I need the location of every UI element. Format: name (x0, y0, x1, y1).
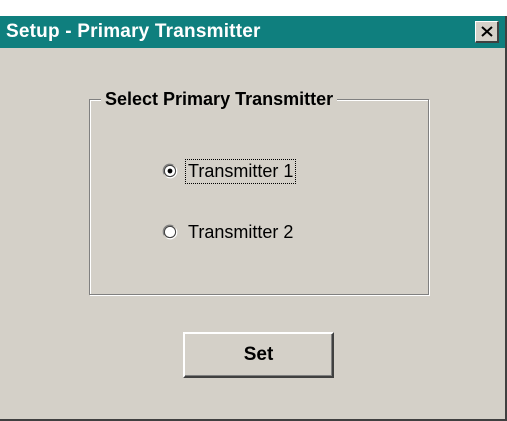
window-title: Setup - Primary Transmitter (6, 21, 261, 42)
radio-option-transmitter-1[interactable]: Transmitter 1 (162, 158, 297, 184)
close-icon (480, 26, 493, 37)
transmitter-group-box (89, 99, 429, 295)
top-margin (0, 0, 507, 16)
radio-label-transmitter-2[interactable]: Transmitter 2 (186, 221, 295, 244)
close-button[interactable] (475, 21, 499, 43)
group-legend: Select Primary Transmitter (101, 89, 338, 110)
radio-button-icon-selected[interactable] (162, 163, 178, 179)
setup-dialog: Setup - Primary Transmitter Select Prima… (0, 0, 507, 421)
radio-button-icon[interactable] (162, 224, 178, 240)
radio-option-transmitter-2[interactable]: Transmitter 2 (162, 219, 295, 245)
title-bar[interactable]: Setup - Primary Transmitter (0, 16, 505, 48)
set-button[interactable]: Set (183, 332, 334, 378)
radio-label-transmitter-1[interactable]: Transmitter 1 (184, 158, 297, 184)
